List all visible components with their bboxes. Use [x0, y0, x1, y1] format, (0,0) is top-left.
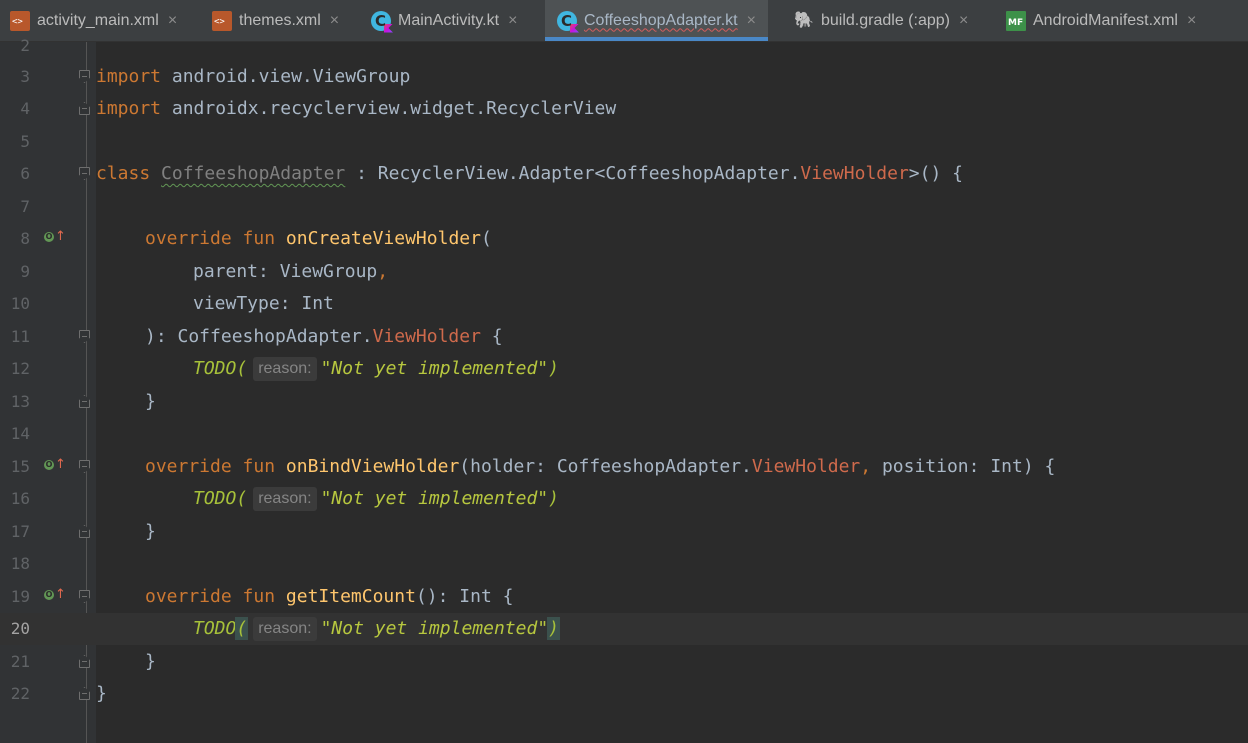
code-line[interactable]: 2	[0, 30, 1248, 62]
tab-label: AndroidManifest.xml	[1033, 11, 1178, 29]
line-text: TODO(reason: "Not yet implemented")	[193, 357, 559, 381]
tab-label: MainActivity.kt	[398, 11, 500, 29]
line-text: override fun onBindViewHolder(holder: Co…	[145, 456, 1056, 477]
fold-icon[interactable]	[79, 460, 90, 473]
overrides-method-icon[interactable]: O ↑	[44, 458, 66, 472]
code-line[interactable]: 10 viewType: Int	[0, 288, 1248, 320]
code-line[interactable]: 7	[0, 191, 1248, 223]
line-number: 19	[10, 587, 30, 606]
code-line[interactable]: 8 O ↑ override fun onCreateViewHolder(	[0, 223, 1248, 255]
tab-label: build.gradle (:app)	[821, 11, 950, 29]
manifest-icon	[1006, 10, 1026, 31]
code-line[interactable]: 4 import androidx.recyclerview.widget.Re…	[0, 93, 1248, 125]
unfold-icon[interactable]	[79, 525, 90, 538]
close-icon[interactable]: ×	[330, 12, 339, 30]
line-number: 22	[10, 684, 30, 703]
code-line[interactable]: 6 class CoffeeshopAdapter : RecyclerView…	[0, 158, 1248, 190]
code-line-current[interactable]: 20 TODO(reason: "Not yet implemented")	[0, 613, 1248, 645]
line-text: }	[145, 651, 156, 672]
line-number: 5	[20, 132, 30, 151]
xml-layout-icon	[212, 10, 232, 31]
code-line[interactable]: 18	[0, 548, 1248, 580]
fold-icon[interactable]	[79, 590, 90, 603]
parameter-hint: reason:	[253, 617, 317, 641]
code-editor[interactable]: 2 3 import android.view.ViewGroup 4 impo…	[0, 36, 1248, 743]
line-number: 18	[10, 554, 30, 573]
code-line[interactable]: 12 TODO(reason: "Not yet implemented")	[0, 353, 1248, 385]
kotlin-class-icon	[557, 10, 577, 31]
line-text: import android.view.ViewGroup	[96, 66, 411, 87]
code-line[interactable]: 3 import android.view.ViewGroup	[0, 61, 1248, 93]
code-line[interactable]: 17 }	[0, 516, 1248, 548]
line-text: TODO(reason: "Not yet implemented")	[193, 487, 559, 511]
close-icon[interactable]: ×	[168, 12, 177, 30]
fold-icon[interactable]	[79, 330, 90, 343]
parameter-hint: reason:	[253, 487, 317, 511]
xml-layout-icon	[10, 10, 30, 31]
close-icon[interactable]: ×	[1187, 12, 1196, 30]
close-icon[interactable]: ×	[959, 12, 968, 30]
line-text: parent: ViewGroup,	[193, 261, 389, 282]
matched-brace: )	[547, 617, 560, 640]
line-text: viewType: Int	[193, 293, 334, 314]
line-text: }	[96, 683, 107, 704]
fold-icon[interactable]	[79, 70, 90, 83]
line-text: }	[145, 521, 156, 542]
unfold-icon[interactable]	[79, 655, 90, 668]
overrides-method-icon[interactable]: O ↑	[44, 588, 66, 602]
code-line[interactable]: 9 parent: ViewGroup,	[0, 256, 1248, 288]
line-text: }	[145, 391, 156, 412]
line-number: 10	[10, 294, 30, 313]
kotlin-class-icon	[371, 10, 391, 31]
line-number: 20	[10, 619, 30, 638]
code-line[interactable]: 11 ): CoffeeshopAdapter.ViewHolder {	[0, 321, 1248, 353]
tab-label: themes.xml	[239, 11, 321, 29]
code-line[interactable]: 15 O ↑ override fun onBindViewHolder(hold…	[0, 451, 1248, 483]
line-number: 2	[20, 36, 30, 55]
unfold-icon[interactable]	[79, 102, 90, 115]
code-line[interactable]: 16 TODO(reason: "Not yet implemented")	[0, 483, 1248, 515]
line-text: import androidx.recyclerview.widget.Recy…	[96, 98, 617, 119]
line-number: 14	[10, 424, 30, 443]
line-text: override fun onCreateViewHolder(	[145, 228, 492, 249]
line-number: 6	[20, 164, 30, 183]
line-text: class CoffeeshopAdapter : RecyclerView.A…	[96, 163, 963, 184]
code-line[interactable]: 19 O ↑ override fun getItemCount(): Int {	[0, 581, 1248, 613]
overrides-method-icon[interactable]: O ↑	[44, 230, 66, 244]
line-number: 8	[20, 229, 30, 248]
line-number: 12	[10, 359, 30, 378]
code-line[interactable]: 21 }	[0, 646, 1248, 678]
close-icon[interactable]: ×	[747, 12, 756, 30]
line-number: 16	[10, 489, 30, 508]
matched-brace: (	[235, 617, 249, 640]
line-text: ): CoffeeshopAdapter.ViewHolder {	[145, 326, 503, 347]
line-text: TODO(reason: "Not yet implemented")	[193, 617, 560, 641]
unfold-icon[interactable]	[79, 687, 90, 700]
line-number: 3	[20, 67, 30, 86]
line-number: 4	[20, 99, 30, 118]
line-number: 15	[10, 457, 30, 476]
code-line[interactable]: 22 }	[0, 678, 1248, 710]
tab-label: activity_main.xml	[37, 11, 159, 29]
close-icon[interactable]: ×	[508, 12, 517, 30]
line-number: 7	[20, 197, 30, 216]
line-text: override fun getItemCount(): Int {	[145, 586, 514, 607]
line-number: 17	[10, 522, 30, 541]
line-number: 21	[10, 652, 30, 671]
code-line[interactable]: 13 }	[0, 386, 1248, 418]
line-number: 11	[10, 327, 30, 346]
code-line[interactable]: 14	[0, 418, 1248, 450]
line-number: 9	[20, 262, 30, 281]
unfold-icon[interactable]	[79, 395, 90, 408]
fold-icon[interactable]	[79, 167, 90, 180]
gradle-icon	[794, 11, 814, 31]
line-number: 13	[10, 392, 30, 411]
tab-label: CoffeeshopAdapter.kt	[584, 11, 738, 29]
parameter-hint: reason:	[253, 357, 317, 381]
code-line[interactable]: 5	[0, 126, 1248, 158]
